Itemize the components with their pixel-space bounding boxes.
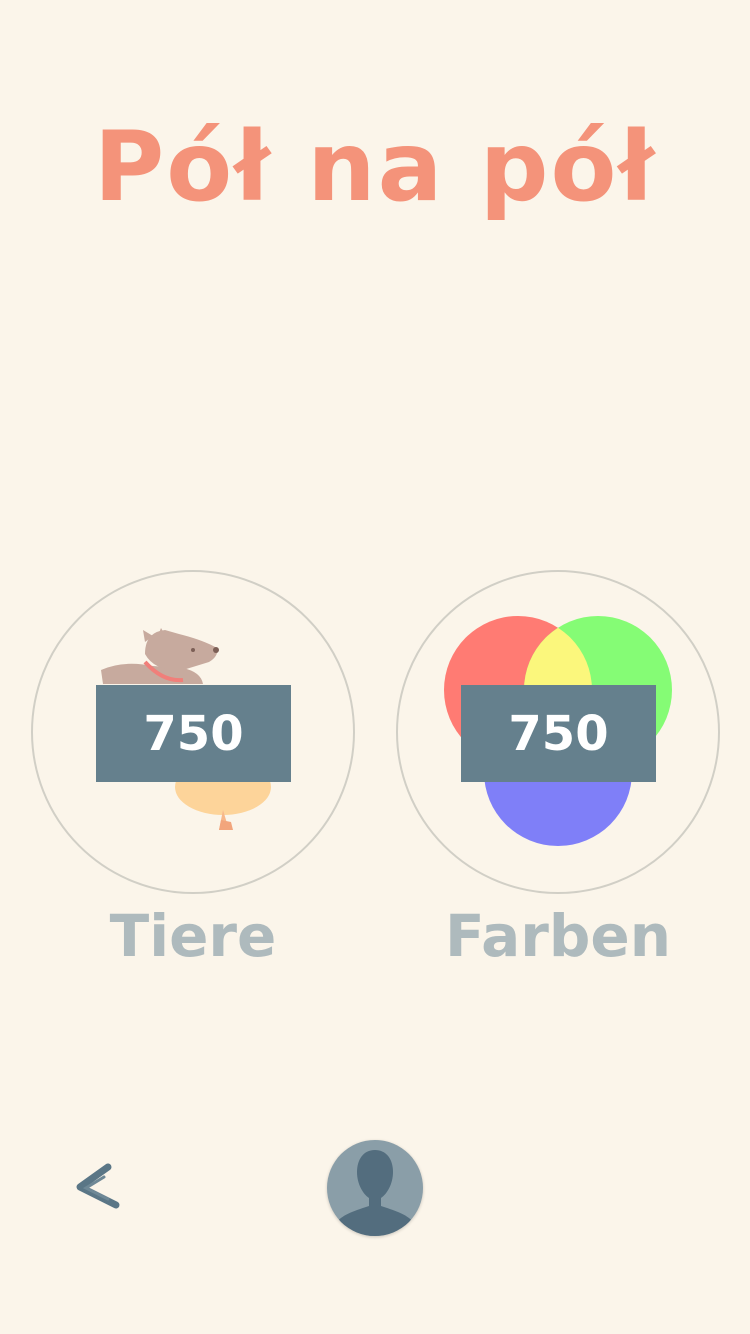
user-silhouette-icon — [337, 1150, 413, 1236]
category-farben-button[interactable]: 750 — [396, 570, 720, 894]
category-farben[interactable]: 750 Farben — [396, 570, 720, 970]
category-label: Tiere — [109, 902, 277, 970]
back-button[interactable] — [60, 1155, 130, 1225]
score-badge: 750 — [96, 685, 291, 782]
profile-button[interactable] — [327, 1140, 423, 1236]
category-tiere-button[interactable]: 750 — [31, 570, 355, 894]
chevron-left-icon — [76, 1163, 120, 1209]
category-tiere[interactable]: 750 Tiere — [31, 570, 355, 970]
category-label: Farben — [444, 902, 672, 970]
page-title: Pół na pół — [93, 111, 657, 223]
score-badge: 750 — [461, 685, 656, 782]
